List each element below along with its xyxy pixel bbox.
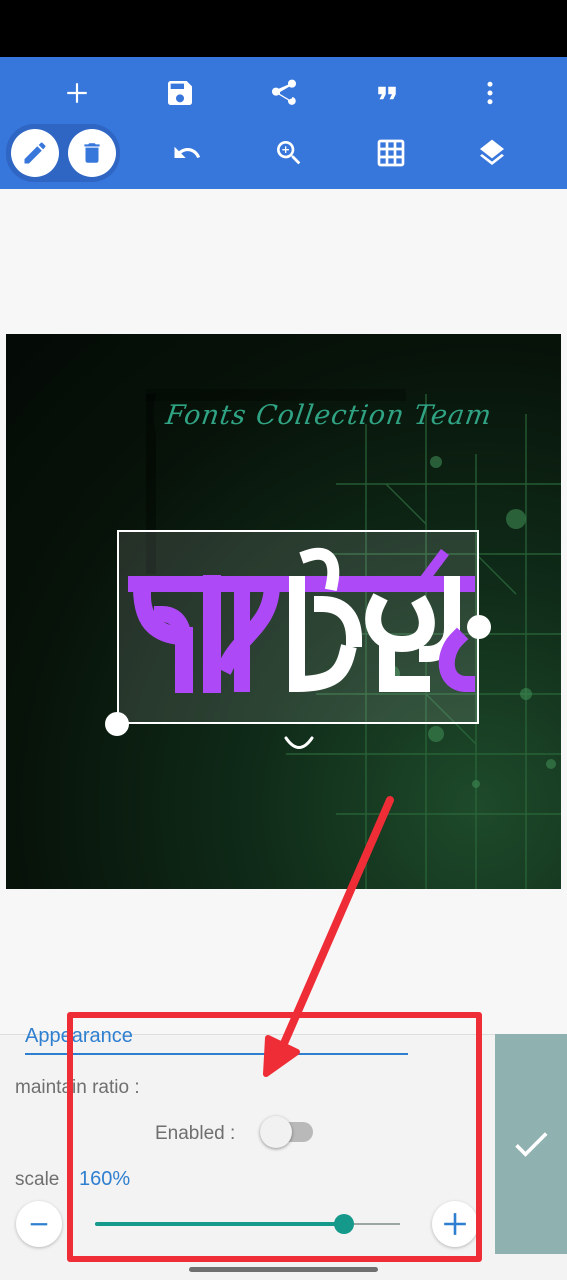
pencil-mode-button[interactable] xyxy=(11,129,59,177)
save-button[interactable] xyxy=(150,65,210,121)
watermark-text: Fonts Collection Team xyxy=(163,400,494,431)
add-icon xyxy=(67,83,87,103)
add-button[interactable] xyxy=(47,65,107,121)
scale-decrease-button[interactable] xyxy=(16,1201,62,1247)
undo-button[interactable] xyxy=(157,125,217,181)
quote-icon xyxy=(378,86,396,100)
sticker-selection-box[interactable] xyxy=(117,530,479,724)
more-vert-icon xyxy=(487,81,493,105)
pencil-icon xyxy=(24,142,46,164)
rotate-handle-icon[interactable] xyxy=(283,735,315,753)
check-icon xyxy=(515,1132,548,1157)
zoom-in-icon xyxy=(277,141,301,165)
home-gesture-pill[interactable] xyxy=(189,1267,378,1272)
zoom-button[interactable] xyxy=(259,125,319,181)
resize-handle-right[interactable] xyxy=(467,615,491,639)
annotation-highlight-box xyxy=(67,1012,482,1262)
more-button[interactable] xyxy=(460,65,520,121)
share-icon xyxy=(272,79,296,105)
delete-button[interactable] xyxy=(68,129,116,177)
undo-icon xyxy=(174,146,201,158)
trash-icon xyxy=(84,143,100,163)
layers-icon xyxy=(480,139,504,165)
resize-handle-bottom-left[interactable] xyxy=(105,712,129,736)
scale-label: scale xyxy=(15,1169,60,1190)
layers-button[interactable] xyxy=(462,125,522,181)
status-bar xyxy=(0,0,567,57)
grid-icon xyxy=(377,139,405,167)
save-icon xyxy=(168,81,192,105)
share-button[interactable] xyxy=(254,65,314,121)
mode-toggle-group xyxy=(6,124,120,182)
confirm-button[interactable] xyxy=(495,1034,567,1254)
minus-icon xyxy=(30,1223,48,1226)
grid-button[interactable] xyxy=(361,125,421,181)
quote-button[interactable] xyxy=(357,65,417,121)
